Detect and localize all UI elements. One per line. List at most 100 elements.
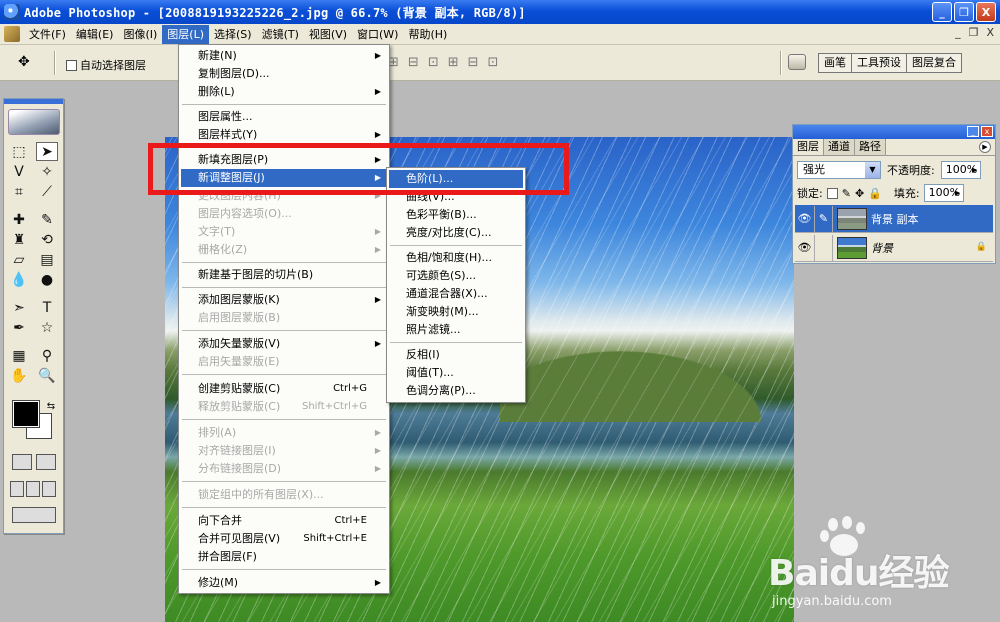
submenu-item-threshold[interactable]: 阈值(T)...: [389, 364, 523, 382]
brush-link-icon[interactable]: ✎: [815, 205, 833, 232]
lock-position-icon[interactable]: ✥: [855, 187, 864, 200]
slice-tool-icon[interactable]: ⟋: [36, 183, 58, 202]
doc-minimize-button[interactable]: _: [955, 26, 961, 39]
submenu-item-brightness-contrast[interactable]: 亮度/对比度(C)...: [389, 224, 523, 242]
menu-item-delete[interactable]: 删除(L) ▶: [181, 83, 387, 101]
submenu-item-photo-filter[interactable]: 照片滤镜...: [389, 321, 523, 339]
blend-mode-select[interactable]: 强光 ▼: [797, 161, 881, 179]
submenu-item-color-balance[interactable]: 色彩平衡(B)...: [389, 206, 523, 224]
eyedropper-icon[interactable]: ⚲: [36, 347, 58, 366]
dodge-tool-icon[interactable]: ●: [36, 271, 58, 290]
align-icon[interactable]: ⊞: [448, 55, 459, 70]
close-button[interactable]: X: [976, 2, 996, 22]
healing-brush-icon[interactable]: ✚: [8, 211, 30, 230]
swap-colors-icon[interactable]: ⇆: [40, 397, 62, 416]
gradient-tool-icon[interactable]: ▤: [36, 251, 58, 270]
shape-tool-icon[interactable]: ☆: [36, 319, 58, 338]
menu-item-merge-down[interactable]: 向下合并 Ctrl+E: [181, 512, 387, 530]
menu-layer[interactable]: 图层(L): [162, 24, 210, 44]
palette-well-icon[interactable]: [788, 54, 806, 70]
menu-item-add-vector-mask[interactable]: 添加矢量蒙版(V) ▶: [181, 335, 387, 353]
submenu-item-channel-mixer[interactable]: 通道混合器(X)...: [389, 285, 523, 303]
align-icon[interactable]: ⊟: [408, 55, 419, 70]
move-tool-icon[interactable]: ➤: [36, 142, 58, 161]
brush-tool-icon[interactable]: ✎: [36, 211, 58, 230]
fill-input[interactable]: 100% ▶: [923, 184, 964, 202]
panel-minimize-icon[interactable]: _: [967, 126, 979, 137]
menu-view[interactable]: 视图(V): [304, 25, 352, 44]
clone-stamp-icon[interactable]: ♜: [8, 231, 30, 250]
zoom-tool-icon[interactable]: 🔍: [36, 367, 58, 386]
tab-brushes[interactable]: 画笔: [819, 54, 852, 72]
tab-paths[interactable]: 路径: [855, 139, 886, 155]
menu-filter[interactable]: 滤镜(T): [257, 25, 304, 44]
layers-panel-titlebar[interactable]: _ x: [793, 125, 995, 139]
pen-tool-icon[interactable]: ✒: [8, 319, 30, 338]
screen-mode-full-button[interactable]: [42, 481, 56, 497]
tab-layers[interactable]: 图层: [793, 139, 824, 155]
submenu-item-gradient-map[interactable]: 渐变映射(M)...: [389, 303, 523, 321]
menu-item-properties[interactable]: 图层属性...: [181, 108, 387, 126]
menu-item-merge-visible[interactable]: 合并可见图层(V) Shift+Ctrl+E: [181, 530, 387, 548]
toolbox-titlebar[interactable]: [4, 99, 63, 104]
align-icon[interactable]: ⊡: [488, 55, 499, 70]
feather-logo-icon[interactable]: [8, 109, 60, 135]
link-cell[interactable]: [815, 234, 833, 261]
submenu-item-invert[interactable]: 反相(I): [389, 346, 523, 364]
menu-edit[interactable]: 编辑(E): [71, 25, 119, 44]
lock-pixels-icon[interactable]: ✎: [842, 187, 851, 200]
screen-mode-standard-button[interactable]: [10, 481, 24, 497]
blur-tool-icon[interactable]: 💧: [8, 271, 30, 290]
align-icon[interactable]: ⊟: [468, 55, 479, 70]
crop-tool-icon[interactable]: ⌗: [8, 183, 30, 202]
menu-window[interactable]: 窗口(W): [352, 25, 403, 44]
panel-menu-icon[interactable]: ▶: [979, 141, 991, 153]
menu-item-matting[interactable]: 修边(M) ▶: [181, 574, 387, 592]
tab-layer-comps[interactable]: 图层复合: [907, 54, 961, 72]
menu-item-flatten-image[interactable]: 拼合图层(F): [181, 548, 387, 566]
screen-mode-full-menu-button[interactable]: [26, 481, 40, 497]
panel-close-icon[interactable]: x: [981, 126, 993, 137]
jump-to-imageready-button[interactable]: [12, 507, 56, 523]
eraser-tool-icon[interactable]: ▱: [8, 251, 30, 270]
notes-tool-icon[interactable]: ▦: [8, 347, 30, 366]
minimize-button[interactable]: _: [932, 2, 952, 22]
menu-help[interactable]: 帮助(H): [403, 25, 452, 44]
hand-tool-icon[interactable]: ✋: [8, 367, 30, 386]
magic-wand-icon[interactable]: ✧: [36, 163, 58, 182]
path-select-icon[interactable]: ➣: [8, 299, 30, 318]
menu-item-layer-style[interactable]: 图层样式(Y) ▶: [181, 126, 387, 144]
foreground-color-swatch[interactable]: [12, 400, 40, 428]
menu-item-add-layer-mask[interactable]: 添加图层蒙版(K) ▶: [181, 291, 387, 309]
submenu-item-selective-color[interactable]: 可选颜色(S)...: [389, 267, 523, 285]
restore-button[interactable]: ❐: [954, 2, 974, 22]
menu-item-new[interactable]: 新建(N) ▶: [181, 47, 387, 65]
lock-all-icon[interactable]: 🔒: [868, 187, 882, 200]
history-brush-icon[interactable]: ⟲: [36, 231, 58, 250]
submenu-item-posterize[interactable]: 色调分离(P)...: [389, 382, 523, 400]
menu-item-duplicate[interactable]: 复制图层(D)...: [181, 65, 387, 83]
menu-image[interactable]: 图像(I): [118, 25, 162, 44]
layer-row[interactable]: 👁 背景 🔒: [795, 234, 993, 262]
checkbox-box[interactable]: [66, 59, 77, 71]
document-icon[interactable]: [4, 26, 20, 42]
menu-item-new-slice[interactable]: 新建基于图层的切片(B): [181, 266, 387, 284]
lock-transparency-icon[interactable]: [826, 187, 838, 199]
standard-mode-button[interactable]: [12, 454, 32, 470]
doc-close-button[interactable]: X: [986, 26, 994, 39]
visibility-eye-icon[interactable]: 👁: [795, 205, 815, 232]
marquee-tool-icon[interactable]: ⬚: [8, 143, 30, 162]
lasso-tool-icon[interactable]: ᐯ: [8, 163, 30, 182]
auto-select-checkbox[interactable]: 自动选择图层: [66, 57, 146, 73]
align-icon[interactable]: ⊡: [428, 55, 439, 70]
type-tool-icon[interactable]: T: [36, 299, 58, 318]
move-tool-icon[interactable]: ✥: [18, 54, 30, 70]
menu-item-create-clipping-mask[interactable]: 创建剪贴蒙版(C) Ctrl+G: [181, 380, 387, 398]
doc-restore-button[interactable]: ❐: [969, 26, 979, 39]
tab-channels[interactable]: 通道: [824, 139, 855, 155]
menu-file[interactable]: 文件(F): [24, 25, 71, 44]
opacity-input[interactable]: 100% ▶: [940, 161, 981, 179]
visibility-eye-icon[interactable]: 👁: [795, 234, 815, 261]
quickmask-mode-button[interactable]: [36, 454, 56, 470]
layer-row[interactable]: 👁 ✎ 背景 副本: [795, 205, 993, 233]
